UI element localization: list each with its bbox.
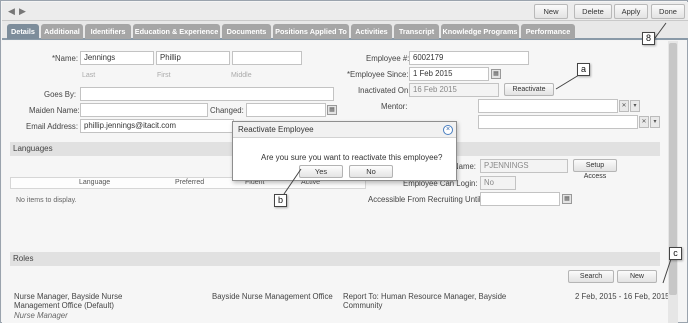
callout-arrows: [283, 22, 672, 284]
callout-8: 8: [642, 32, 655, 45]
callout-c: c: [669, 247, 682, 260]
app-window: ◀ ▶ New Delete Apply Done Details Additi…: [0, 0, 688, 323]
callout-b: b: [274, 194, 287, 207]
callout-a: a: [577, 63, 590, 76]
